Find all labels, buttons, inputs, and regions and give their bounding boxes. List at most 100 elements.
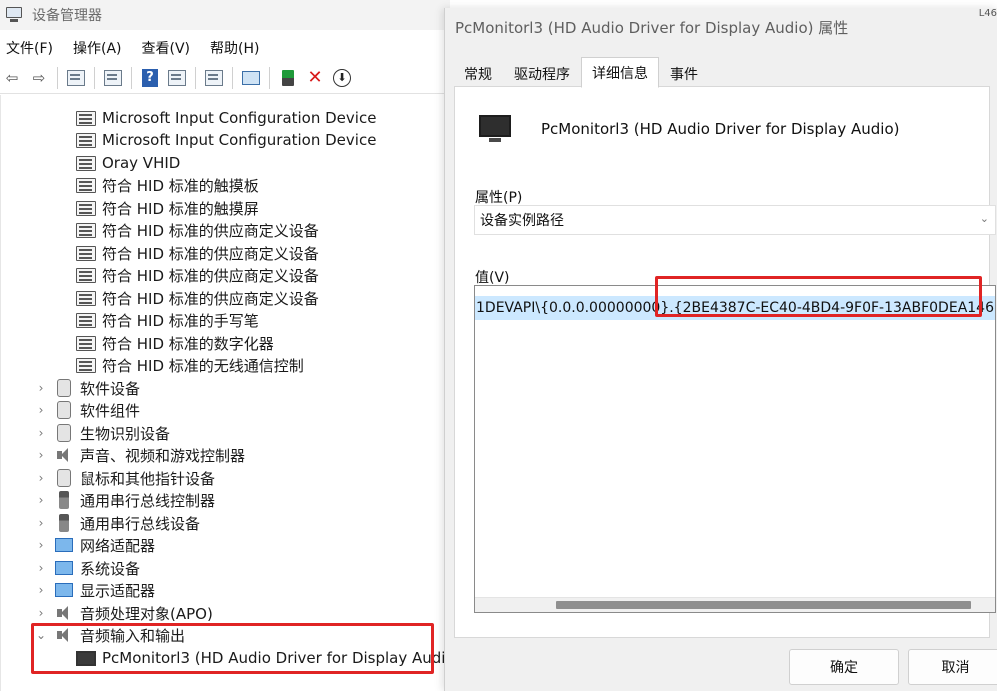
list-item[interactable]: 符合 HID 标准的供应商定义设备 [76, 219, 319, 241]
scrollbar-thumb[interactable] [556, 601, 971, 609]
corner-text: L46 [978, 8, 997, 19]
chevron-right-icon[interactable]: › [34, 471, 48, 485]
value-list[interactable]: 1DEVAPI\{0.0.0.00000000}.{2BE4387C-EC40-… [474, 285, 996, 613]
tree-category-mice[interactable]: › 鼠标和其他指针设备 [34, 467, 215, 489]
usb-icon [54, 514, 74, 532]
tree-category-label: 系统设备 [80, 559, 141, 578]
tree-category-label: 显示适配器 [80, 581, 156, 600]
scan-hardware-icon[interactable] [239, 66, 263, 90]
chevron-right-icon[interactable]: › [34, 606, 48, 620]
chevron-right-icon[interactable]: › [34, 381, 48, 395]
menu-bar: 文件(F) 操作(A) 查看(V) 帮助(H) [0, 34, 450, 62]
hid-device-icon [76, 289, 96, 307]
tab-driver[interactable]: 驱动程序 [503, 59, 581, 87]
chevron-right-icon[interactable]: › [34, 493, 48, 507]
tree-category-biometric[interactable]: › 生物识别设备 [34, 422, 170, 444]
back-arrow-icon[interactable]: ⇦ [0, 66, 24, 90]
list-item[interactable]: 符合 HID 标准的供应商定义设备 [76, 287, 319, 309]
tree-category-label: 音频处理对象(APO) [80, 604, 213, 623]
list-item-label: 符合 HID 标准的手写笔 [102, 311, 259, 330]
system-device-icon [54, 559, 74, 577]
hid-device-icon [76, 244, 96, 262]
forward-arrow-icon[interactable]: ⇨ [27, 66, 51, 90]
list-item[interactable]: 符合 HID 标准的无线通信控制 [76, 354, 304, 376]
disable-device-icon[interactable]: ⬇ [330, 66, 354, 90]
list-item[interactable]: Oray VHID [76, 152, 180, 174]
list-item-label: 符合 HID 标准的无线通信控制 [102, 356, 304, 375]
list-item[interactable]: 符合 HID 标准的手写笔 [76, 309, 259, 331]
tree-category-audio-processing[interactable]: › 音频处理对象(APO) [34, 602, 213, 624]
chevron-right-icon[interactable]: › [34, 426, 48, 440]
update-driver-icon[interactable] [202, 66, 226, 90]
fingerprint-icon [54, 424, 74, 442]
property-select-value: 设备实例路径 [480, 213, 564, 229]
help-icon[interactable]: ? [138, 66, 162, 90]
show-hide-console-tree-icon[interactable] [64, 66, 88, 90]
toolbar-divider [195, 66, 196, 89]
network-adapter-icon [54, 536, 74, 554]
list-item-label: Microsoft Input Configuration Device [102, 109, 377, 127]
chevron-right-icon[interactable]: › [34, 403, 48, 417]
uninstall-device-icon[interactable]: ✕ [303, 66, 327, 90]
action-pane-icon[interactable] [165, 66, 189, 90]
menu-help[interactable]: 帮助(H) [210, 38, 259, 58]
device-tree: Microsoft Input Configuration Device Mic… [0, 95, 461, 691]
tree-category-label: 通用串行总线控制器 [80, 491, 216, 510]
add-driver-icon[interactable] [276, 66, 300, 90]
list-item[interactable]: 符合 HID 标准的供应商定义设备 [76, 242, 319, 264]
hid-disabled-device-icon [76, 334, 96, 352]
list-item[interactable]: Microsoft Input Configuration Device [76, 107, 376, 129]
menu-file[interactable]: 文件(F) [6, 38, 53, 58]
list-item-label: Oray VHID [102, 154, 181, 172]
tree-category-system-devices[interactable]: › 系统设备 [34, 557, 140, 579]
property-select[interactable]: 设备实例路径 ⌄ [474, 205, 996, 235]
list-item-label: 符合 HID 标准的触摸屏 [102, 199, 259, 218]
menu-view[interactable]: 查看(V) [142, 38, 191, 58]
device-manager-title: 设备管理器 [32, 8, 102, 24]
tab-events[interactable]: 事件 [659, 59, 709, 87]
chevron-right-icon[interactable]: › [34, 448, 48, 462]
list-item[interactable]: 符合 HID 标准的数字化器 [76, 332, 274, 354]
software-component-icon [54, 401, 74, 419]
dialog-title: PcMonitorl3 (HD Audio Driver for Display… [445, 8, 997, 46]
properties-icon[interactable] [101, 66, 125, 90]
tree-category-software-components[interactable]: › 软件组件 [34, 399, 140, 421]
hid-device-icon [76, 131, 96, 149]
cancel-button[interactable]: 取消 [908, 649, 997, 685]
list-item[interactable]: 符合 HID 标准的触摸板 [76, 174, 259, 196]
monitor-icon [479, 113, 511, 143]
ok-button[interactable]: 确定 [789, 649, 899, 685]
chevron-right-icon[interactable]: › [34, 583, 48, 597]
list-item[interactable]: Microsoft Input Configuration Device [76, 129, 376, 151]
display-adapter-icon [54, 581, 74, 599]
horizontal-scrollbar[interactable] [475, 597, 995, 612]
menu-action[interactable]: 操作(A) [73, 38, 122, 58]
tree-category-software-devices[interactable]: › 软件设备 [34, 377, 140, 399]
tree-category-network-adapters[interactable]: › 网络适配器 [34, 534, 155, 556]
tab-details[interactable]: 详细信息 [581, 57, 659, 88]
toolbar-divider [131, 66, 132, 89]
tree-category-display-adapters[interactable]: › 显示适配器 [34, 579, 155, 601]
details-panel: PcMonitorl3 (HD Audio Driver for Display… [454, 86, 996, 638]
tab-general[interactable]: 常规 [453, 59, 503, 87]
hid-device-icon [76, 154, 96, 172]
tree-category-usb-devices[interactable]: › 通用串行总线设备 [34, 512, 200, 534]
tree-category-label: 通用串行总线设备 [80, 514, 201, 533]
tree-category-label: 网络适配器 [80, 536, 156, 555]
list-item[interactable]: 符合 HID 标准的供应商定义设备 [76, 264, 319, 286]
chevron-right-icon[interactable]: › [34, 561, 48, 575]
chevron-down-icon: ⌄ [979, 212, 989, 225]
tree-category-sound-video-game[interactable]: › 声音、视频和游戏控制器 [34, 444, 245, 466]
device-manager-titlebar: 设备管理器 [0, 0, 450, 30]
tree-category-usb-controllers[interactable]: › 通用串行总线控制器 [34, 489, 215, 511]
tree-category-label: 软件组件 [80, 401, 141, 420]
hid-device-icon [76, 356, 96, 374]
toolbar-divider [232, 66, 233, 89]
toolbar-divider [57, 66, 58, 89]
software-device-icon [54, 379, 74, 397]
list-item[interactable]: 符合 HID 标准的触摸屏 [76, 197, 259, 219]
chevron-right-icon[interactable]: › [34, 516, 48, 530]
value-label: 值(V) [475, 270, 510, 286]
list-item-label: 符合 HID 标准的供应商定义设备 [102, 221, 319, 240]
chevron-right-icon[interactable]: › [34, 538, 48, 552]
